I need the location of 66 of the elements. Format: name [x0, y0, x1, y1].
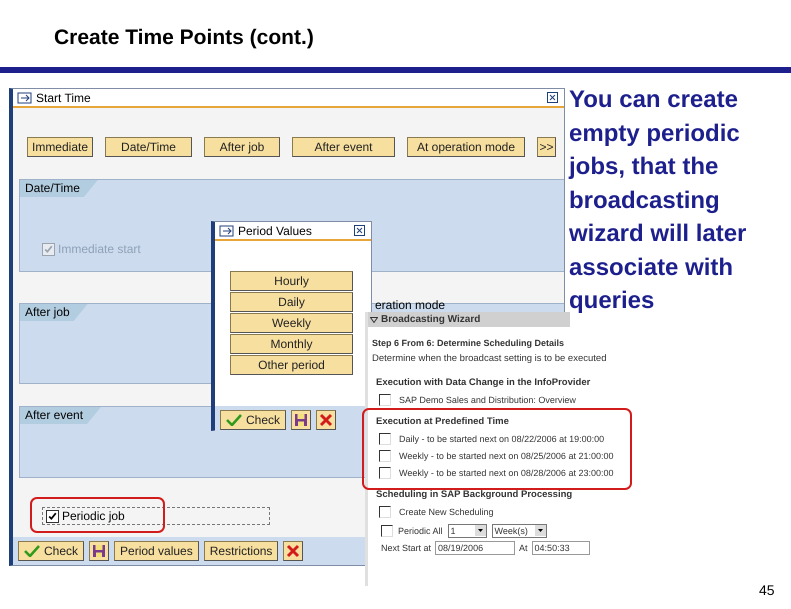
group-label: After job — [20, 304, 88, 321]
window-title: Period Values — [238, 224, 313, 238]
step-description: Determine when the broadcast setting is to be executed — [372, 353, 608, 364]
start-option-button[interactable]: Immediate — [27, 137, 93, 157]
field-label: Next Start at — [381, 542, 432, 552]
period-button[interactable]: Daily — [230, 292, 353, 312]
cancel-button[interactable] — [283, 541, 304, 561]
check-button[interactable]: Check — [18, 541, 84, 561]
count-dropdown[interactable]: 1 — [448, 524, 487, 538]
date-field[interactable]: 08/19/2006 — [435, 540, 516, 554]
checkbox-label: Weekly - to be started next on 08/28/2006 at 23:00:00 — [399, 468, 614, 478]
checkbox-label: Weekly - to be started next on 08/25/2006 at 21:00:00 — [399, 450, 614, 460]
checkbox-label: SAP Demo Sales and Distribution: Overview — [399, 394, 576, 404]
save-icon — [294, 413, 308, 427]
slide-title: Create Time Points (cont.) — [54, 26, 314, 50]
toolbar-button[interactable]: Period values — [114, 541, 199, 561]
checkbox[interactable] — [379, 466, 391, 478]
cancel-icon — [286, 544, 300, 558]
panel-title: Broadcasting Wizard — [381, 314, 480, 325]
cancel-button[interactable] — [316, 410, 336, 430]
window-icon — [219, 224, 235, 236]
step-title: Step 6 From 6: Determine Scheduling Details — [372, 338, 566, 348]
page-number: 45 — [759, 582, 775, 598]
window-title: Start Time — [36, 90, 92, 104]
save-button[interactable] — [291, 410, 312, 430]
close-icon[interactable] — [547, 92, 558, 103]
checkbox-label: Create New Scheduling — [399, 506, 494, 516]
group-label: After event — [20, 407, 102, 424]
start-option-button[interactable]: At operation mode — [407, 137, 525, 157]
start-option-button[interactable]: After job — [204, 137, 280, 157]
group-label: Date/Time — [20, 180, 98, 197]
time-field[interactable]: 04:50:33 — [532, 540, 590, 554]
checkbox-label: Periodic job — [62, 509, 125, 523]
period-button[interactable]: Weekly — [230, 313, 353, 333]
checkbox[interactable] — [381, 524, 393, 536]
checkbox[interactable] — [379, 432, 391, 444]
collapse-icon[interactable] — [370, 316, 378, 322]
save-button[interactable] — [89, 541, 110, 561]
check-button[interactable]: Check — [220, 410, 286, 430]
group-label: eration mode — [375, 299, 446, 312]
checkbox[interactable] — [379, 394, 391, 406]
section-heading: Execution with Data Change in the InfoProvider — [376, 377, 592, 388]
period-button[interactable]: Hourly — [230, 271, 353, 291]
period-button[interactable]: Monthly — [230, 334, 353, 354]
check-icon — [24, 545, 40, 557]
window-icon — [17, 92, 33, 104]
slide-text: You can create empty periodic jobs, that the broadcasting wizard will later associate with queries — [569, 85, 748, 316]
close-icon[interactable] — [354, 225, 365, 236]
section-heading: Execution at Predefined Time — [376, 416, 510, 427]
checkbox-label: Periodic All — [398, 526, 443, 536]
save-icon — [92, 544, 106, 558]
start-option-button[interactable]: After event — [292, 137, 395, 157]
checkbox[interactable] — [379, 450, 391, 462]
section-heading: Scheduling in SAP Background Processing — [376, 489, 574, 500]
checkbox[interactable] — [46, 510, 59, 522]
start-option-button[interactable]: Date/Time — [105, 137, 192, 157]
start-option-button[interactable]: >> — [537, 137, 556, 157]
check-icon — [226, 414, 242, 426]
checkbox-label: Immediate start — [58, 242, 141, 256]
checkbox[interactable] — [379, 506, 391, 518]
unit-dropdown[interactable]: Week(s) — [492, 524, 547, 538]
toolbar-button[interactable]: Restrictions — [204, 541, 278, 561]
period-button[interactable]: Other period — [230, 355, 353, 375]
cancel-icon — [319, 413, 334, 427]
field-label: At — [519, 542, 528, 552]
checkbox-label: Daily - to be started next on 08/22/2006 at 19:00:00 — [399, 434, 604, 444]
